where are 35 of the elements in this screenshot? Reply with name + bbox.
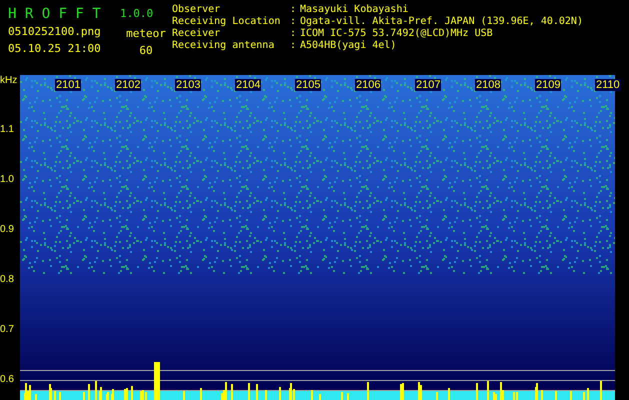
- info-value: ICOM IC-575 53.7492(@LCD)MHz USB: [300, 28, 493, 40]
- colon-separator: :: [290, 28, 298, 40]
- info-value: Ogata-vill. Akita-Pref. JAPAN (139.96E, 40.02N): [300, 16, 583, 28]
- colon-separator: :: [290, 40, 298, 52]
- axis-tick-label: 1.1: [0, 124, 14, 135]
- axis-tick-label: 0.8: [0, 274, 14, 285]
- axis-unit: kHz: [0, 75, 18, 86]
- file-name: 0510252100.png: [8, 25, 102, 38]
- axis-tick-label: 0.9: [0, 224, 14, 235]
- timestamp: 05.10.25 21:00: [8, 42, 102, 55]
- time-label: 2102: [115, 79, 142, 91]
- info-label: Receiver: [172, 28, 222, 40]
- time-label: 2103: [175, 79, 202, 91]
- colon-separator: :: [290, 16, 298, 28]
- time-label: 2104: [235, 79, 262, 91]
- counter-label: meteor: [125, 27, 167, 40]
- time-label: 2101: [55, 79, 82, 91]
- info-label: Receiving antenna: [172, 40, 276, 52]
- time-label: 2107: [415, 79, 442, 91]
- time-label: 2108: [475, 79, 502, 91]
- info-label: Observer: [172, 4, 222, 16]
- info-value: Masayuki Kobayashi: [300, 4, 408, 16]
- time-label: 2109: [535, 79, 562, 91]
- axis-tick-label: 0.7: [0, 324, 14, 335]
- time-label: 2105: [295, 79, 322, 91]
- axis-tick-label: 1.0: [0, 174, 14, 185]
- time-label: 2106: [355, 79, 382, 91]
- axis-tick-label: 0.6: [0, 374, 14, 385]
- app-name: H R O F F T: [8, 6, 102, 22]
- version-label: 1.0.0: [120, 7, 154, 20]
- counter-value: 60: [138, 44, 154, 57]
- colon-separator: :: [290, 4, 298, 16]
- info-value: A504HB(yagi 4el): [300, 40, 396, 52]
- info-label: Receiving Location: [172, 16, 282, 28]
- time-label: 2110: [595, 79, 621, 91]
